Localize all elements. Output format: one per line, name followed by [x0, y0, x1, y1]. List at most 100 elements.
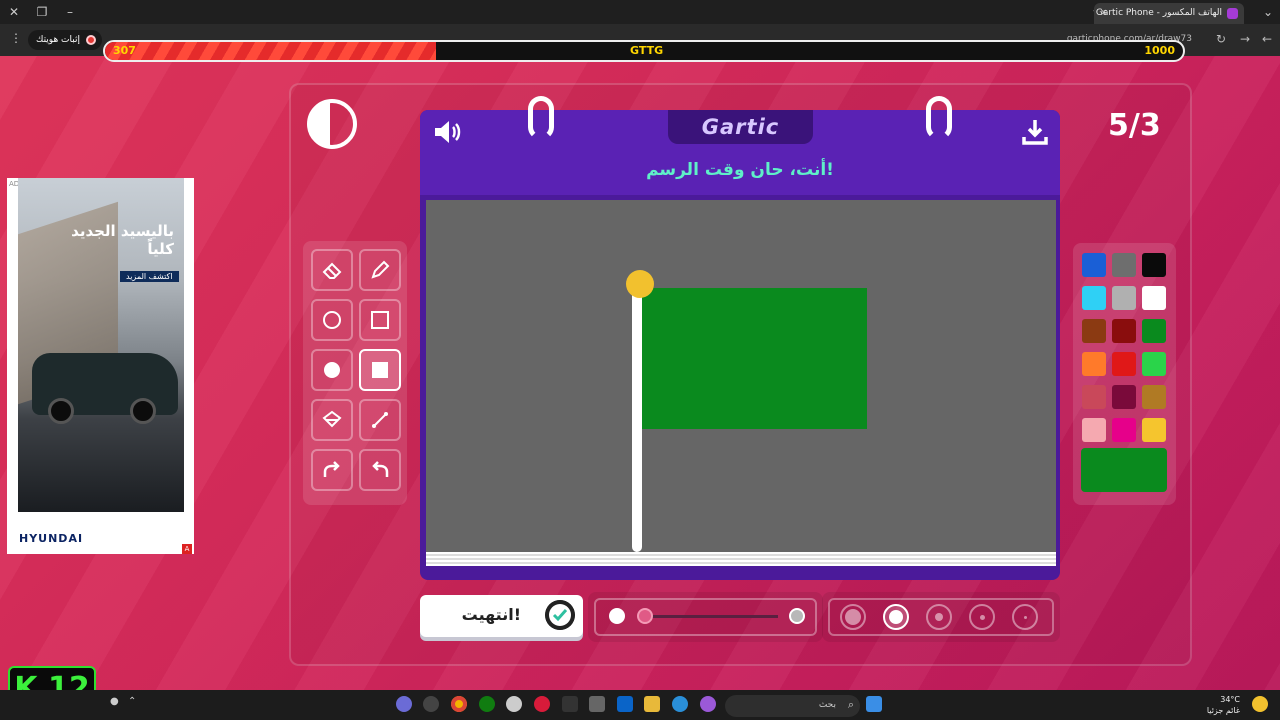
color-swatch[interactable]	[1112, 286, 1136, 310]
circle-fill-icon	[324, 362, 340, 378]
color-swatch[interactable]	[1112, 319, 1136, 343]
ad-wheel	[48, 398, 74, 424]
notebook-page-edge	[426, 552, 1056, 566]
maximize-window-icon[interactable]: ❐	[34, 4, 50, 20]
color-swatch[interactable]	[1142, 385, 1166, 409]
tray-expand-icon[interactable]: ⌃	[128, 696, 144, 712]
app-icon[interactable]	[534, 696, 550, 712]
health-label: GTTG	[630, 44, 664, 57]
brush-size-lg[interactable]	[883, 604, 909, 630]
advertisement[interactable]: AD باليسيد الجديد كلياً اكتشف المزيد HYU…	[7, 178, 194, 554]
app-icon[interactable]	[589, 696, 605, 712]
back-icon[interactable]: ←	[1262, 32, 1272, 46]
fill-bucket-tool[interactable]	[311, 399, 353, 441]
weather-icon	[1252, 696, 1268, 712]
brush-size-sm[interactable]	[969, 604, 995, 630]
line-tool[interactable]	[359, 399, 401, 441]
health-current: 307	[113, 44, 136, 57]
color-swatch[interactable]	[1112, 418, 1136, 442]
ad-cta-button[interactable]: اكتشف المزيد	[120, 271, 179, 282]
color-swatch[interactable]	[1142, 418, 1166, 442]
weather-temperature: 34°C	[1220, 695, 1240, 704]
app-icon[interactable]	[562, 696, 578, 712]
circle-outline-tool[interactable]	[311, 299, 353, 341]
opacity-slider-handle[interactable]	[637, 608, 653, 624]
undo-tool[interactable]	[359, 449, 401, 491]
color-swatch[interactable]	[1142, 253, 1166, 277]
drawing-notebook: Gartic أنت، حان وقت الرسم!	[420, 96, 1060, 580]
weather-text: غائم جزئيا	[1206, 706, 1240, 715]
tools-panel	[303, 241, 407, 505]
app-icon[interactable]	[506, 696, 522, 712]
health-bar-fill	[105, 42, 436, 60]
reload-icon[interactable]: ↻	[1216, 32, 1226, 46]
weather-widget[interactable]: 34°C غائم جزئيا	[1207, 694, 1240, 716]
obs-icon[interactable]	[423, 696, 439, 712]
verify-identity-button[interactable]: إثبات هويتك	[28, 30, 102, 50]
browser-titlebar: ✕ ❐ – + × Gartic Phone - الهاتف المكسور …	[0, 0, 1280, 24]
speaker-icon[interactable]	[432, 118, 464, 146]
color-swatch[interactable]	[1142, 352, 1166, 376]
brush-size-xs[interactable]	[1012, 604, 1038, 630]
color-swatch[interactable]	[1082, 319, 1106, 343]
notebook-ring-right	[926, 96, 952, 140]
circle-outline-icon	[323, 311, 341, 329]
pencil-tool[interactable]	[359, 249, 401, 291]
brush-size-md[interactable]	[926, 604, 952, 630]
eraser-tool[interactable]	[311, 249, 353, 291]
notebook-header: Gartic أنت، حان وقت الرسم!	[420, 96, 1060, 195]
gartic-favicon-icon	[1227, 8, 1238, 19]
taskbar: ● ⌃ بحث ⌕ 34°C غائم جزئيا	[0, 690, 1280, 720]
color-swatch[interactable]	[1082, 352, 1106, 376]
pencil-icon	[371, 260, 390, 279]
start-icon[interactable]	[866, 696, 882, 712]
discord-icon[interactable]	[396, 696, 412, 712]
browser-tab[interactable]: × Gartic Phone - الهاتف المكسور	[1094, 3, 1244, 24]
ad-choices-icon[interactable]: A	[182, 544, 192, 554]
color-swatch[interactable]	[1082, 253, 1106, 277]
chrome-icon[interactable]	[451, 696, 467, 712]
color-palette	[1073, 243, 1176, 505]
forward-icon[interactable]: →	[1240, 32, 1250, 46]
redo-tool[interactable]	[311, 449, 353, 491]
opacity-max-indicator	[789, 608, 805, 624]
browser-menu-icon[interactable]: ⋮	[10, 31, 22, 45]
color-swatch[interactable]	[1112, 385, 1136, 409]
record-icon	[86, 35, 96, 45]
square-fill-tool[interactable]	[359, 349, 401, 391]
color-swatch[interactable]	[1112, 352, 1136, 376]
drawing-canvas[interactable]	[426, 200, 1056, 552]
drawn-pole-ball	[626, 270, 654, 298]
square-fill-icon	[372, 362, 388, 378]
minimize-window-icon[interactable]: –	[62, 4, 78, 20]
color-swatch[interactable]	[1142, 319, 1166, 343]
microphone-icon[interactable]: ●	[110, 696, 126, 712]
close-window-icon[interactable]: ✕	[6, 4, 22, 20]
color-swatch[interactable]	[1112, 253, 1136, 277]
tab-search-icon[interactable]: ⌄	[1260, 4, 1276, 20]
eraser-icon	[322, 262, 342, 279]
done-button[interactable]: انتهيت!	[420, 595, 583, 637]
color-swatch[interactable]	[1082, 385, 1106, 409]
square-outline-tool[interactable]	[359, 299, 401, 341]
taskbar-search[interactable]: بحث ⌕	[725, 695, 860, 717]
edge-icon[interactable]	[672, 696, 688, 712]
opacity-slider-track[interactable]	[643, 615, 778, 618]
color-swatch[interactable]	[1082, 418, 1106, 442]
outlook-icon[interactable]	[617, 696, 633, 712]
undo-icon	[372, 461, 389, 477]
fill-bucket-icon	[322, 410, 342, 428]
copilot-icon[interactable]	[700, 696, 716, 712]
tab-title: Gartic Phone - الهاتف المكسور	[1095, 8, 1222, 18]
brush-size-xl[interactable]	[840, 604, 866, 630]
xbox-icon[interactable]	[479, 696, 495, 712]
current-color-preview	[1081, 448, 1167, 492]
color-swatch[interactable]	[1142, 286, 1166, 310]
search-icon: ⌕	[847, 698, 854, 711]
circle-fill-tool[interactable]	[311, 349, 353, 391]
drawn-flag-pole	[632, 284, 642, 552]
color-swatch[interactable]	[1082, 286, 1106, 310]
download-icon[interactable]	[1022, 118, 1048, 146]
round-counter: 5/3	[1108, 108, 1161, 143]
file-explorer-icon[interactable]	[644, 696, 660, 712]
